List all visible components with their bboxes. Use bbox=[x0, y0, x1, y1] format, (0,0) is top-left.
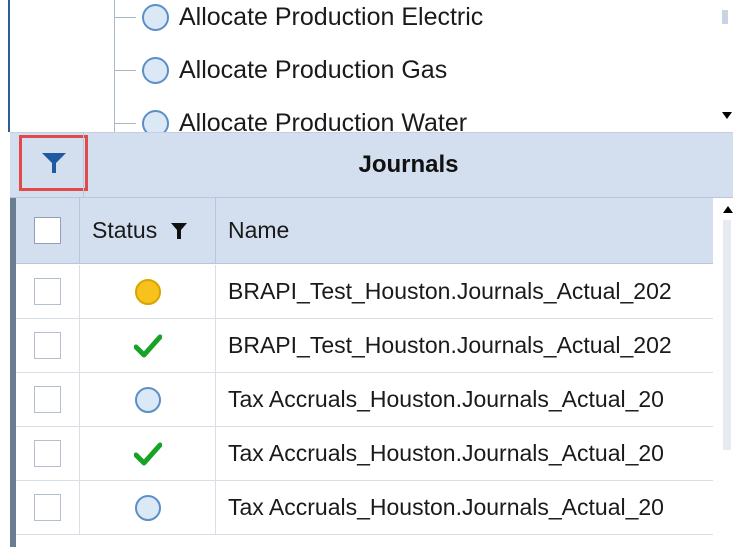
table-row[interactable]: Tax Accruals_Houston.Journals_Actual_20 bbox=[16, 427, 713, 481]
status-circle-icon bbox=[142, 109, 169, 132]
status-complete-check-icon bbox=[133, 334, 162, 357]
name-cell: Tax Accruals_Houston.Journals_Actual_20 bbox=[228, 494, 664, 520]
panel-title: Journals bbox=[358, 151, 459, 178]
row-check-cell bbox=[16, 265, 80, 318]
tree-left-rule bbox=[8, 0, 10, 132]
row-check-cell bbox=[16, 319, 80, 372]
select-all-checkbox[interactable] bbox=[34, 217, 61, 244]
name-cell: Tax Accruals_Houston.Journals_Actual_20 bbox=[228, 386, 664, 412]
row-checkbox[interactable] bbox=[34, 278, 61, 305]
table-row[interactable]: Tax Accruals_Houston.Journals_Actual_20 bbox=[16, 481, 713, 535]
tree-branch-line bbox=[114, 69, 136, 71]
name-cell: BRAPI_Test_Houston.Journals_Actual_202 bbox=[228, 278, 672, 304]
row-checkbox[interactable] bbox=[34, 440, 61, 467]
tree-branch-line bbox=[114, 16, 136, 18]
status-circle-icon bbox=[142, 56, 169, 84]
table-row[interactable]: BRAPI_Test_Houston.Journals_Actual_202 bbox=[16, 265, 713, 319]
row-checkbox[interactable] bbox=[34, 332, 61, 359]
scroll-up-arrow-icon[interactable] bbox=[723, 206, 733, 213]
status-cell bbox=[80, 319, 216, 372]
status-not-started-icon bbox=[134, 386, 161, 413]
tree-item-allocate-production-gas[interactable]: Allocate Production Gas bbox=[114, 44, 447, 96]
tree-item-allocate-production-electric[interactable]: Allocate Production Electric bbox=[114, 0, 483, 43]
tree-item-label: Allocate Production Electric bbox=[179, 2, 484, 31]
select-all-cell bbox=[16, 198, 80, 263]
filter-button[interactable] bbox=[19, 135, 88, 191]
name-cell: BRAPI_Test_Houston.Journals_Actual_202 bbox=[228, 332, 672, 358]
grid-header-row: Status Name bbox=[16, 198, 713, 264]
status-not-started-icon bbox=[134, 494, 161, 521]
row-check-cell bbox=[16, 427, 80, 480]
row-check-cell bbox=[16, 373, 80, 426]
filter-icon bbox=[41, 153, 66, 173]
tree-branch-line bbox=[114, 122, 136, 124]
status-cell bbox=[80, 373, 216, 426]
status-cell bbox=[80, 481, 216, 534]
column-filter-icon[interactable] bbox=[171, 222, 188, 240]
scroll-down-arrow-icon[interactable] bbox=[722, 112, 732, 119]
journals-header: Journals bbox=[10, 132, 733, 198]
status-pending-icon bbox=[134, 278, 161, 305]
task-tree: Allocate Production Electric Allocate Pr… bbox=[0, 0, 733, 132]
tree-item-label: Allocate Production Water bbox=[179, 108, 468, 133]
journals-grid: Status Name BRAPI_Test_Houston.Journals_… bbox=[10, 198, 733, 547]
row-checkbox[interactable] bbox=[34, 386, 61, 413]
status-cell bbox=[80, 265, 216, 318]
table-row[interactable]: BRAPI_Test_Houston.Journals_Actual_202 bbox=[16, 319, 713, 373]
status-column-header[interactable]: Status bbox=[80, 198, 216, 263]
tree-item-allocate-production-water[interactable]: Allocate Production Water bbox=[114, 97, 467, 132]
status-complete-check-icon bbox=[133, 442, 162, 465]
status-column-label: Status bbox=[92, 217, 158, 243]
name-cell: Tax Accruals_Houston.Journals_Actual_20 bbox=[228, 440, 664, 466]
row-checkbox[interactable] bbox=[34, 494, 61, 521]
row-check-cell bbox=[16, 481, 80, 534]
status-cell bbox=[80, 427, 216, 480]
name-column-header[interactable]: Name bbox=[216, 198, 713, 263]
tree-item-label: Allocate Production Gas bbox=[179, 55, 448, 84]
status-circle-icon bbox=[142, 3, 169, 31]
table-row[interactable]: Tax Accruals_Houston.Journals_Actual_20 bbox=[16, 373, 713, 427]
tree-scrollbar-thumb[interactable] bbox=[722, 10, 728, 24]
grid-scrollbar-track[interactable] bbox=[723, 220, 731, 450]
